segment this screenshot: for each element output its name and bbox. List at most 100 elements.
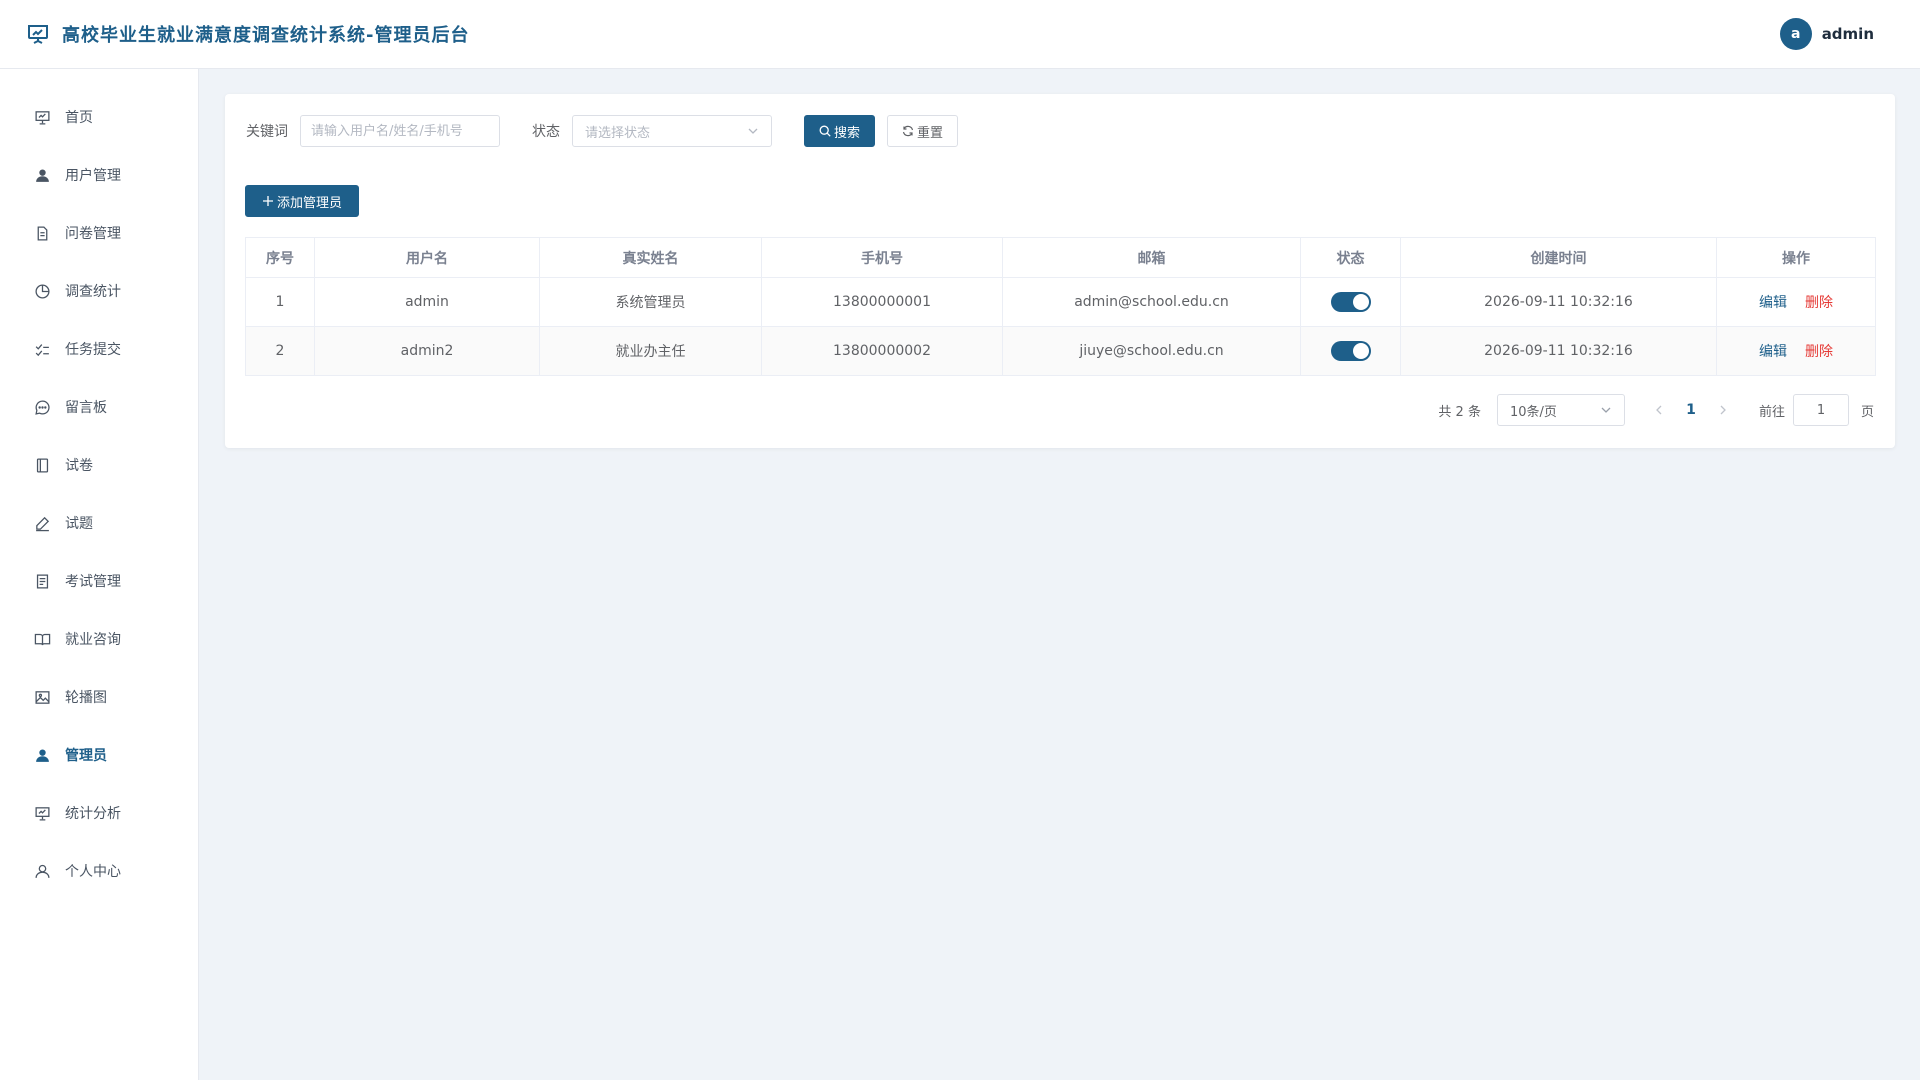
pagination: 共 2 条 10条/页 1 前往 页 <box>1438 393 1874 427</box>
table-row: 2 admin2 就业办主任 13800000002 jiuye@school.… <box>245 326 1876 376</box>
row-created: 2026-09-11 10:32:16 <box>1400 326 1717 376</box>
table-row: 1 admin 系统管理员 13800000001 admin@school.e… <box>245 277 1876 327</box>
status-toggle[interactable] <box>1330 292 1371 312</box>
sidebar-item-home[interactable]: 首页 <box>0 88 198 146</box>
sidebar-item-message-board[interactable]: 留言板 <box>0 378 198 436</box>
plus-icon <box>263 196 273 206</box>
checklist-icon <box>35 343 49 356</box>
sidebar-item-label: 管理员 <box>65 748 107 764</box>
row-realname: 就业办主任 <box>539 326 762 376</box>
reset-button-label: 重置 <box>917 125 944 141</box>
app-title: 高校毕业生就业满意度调查统计系统-管理员后台 <box>62 25 470 46</box>
edit-link[interactable]: 编辑 <box>1759 344 1787 360</box>
total-count: 共 2 条 <box>1438 404 1481 420</box>
admin-list-card: 关键词 状态 请选择状态 搜索 重置 添加管理员 序号 用户名 真实姓名 <box>225 94 1895 448</box>
page-number-current[interactable]: 1 <box>1673 402 1709 418</box>
chevron-down-icon <box>1601 407 1611 413</box>
column-header: 序号 <box>245 237 315 278</box>
sidebar-item-label: 试题 <box>65 516 93 532</box>
sidebar-item-questions[interactable]: 试题 <box>0 494 198 552</box>
avatar[interactable]: a <box>1779 18 1812 50</box>
delete-link[interactable]: 删除 <box>1805 344 1833 360</box>
row-status <box>1300 277 1401 327</box>
sidebar-item-survey-stats[interactable]: 调查统计 <box>0 262 198 320</box>
presentation-icon <box>35 806 50 821</box>
list-document-icon <box>36 573 49 589</box>
row-status <box>1300 326 1401 376</box>
status-select[interactable]: 请选择状态 <box>572 115 772 147</box>
sidebar-item-carousel[interactable]: 轮播图 <box>0 668 198 726</box>
column-header: 邮箱 <box>1002 237 1301 278</box>
goto-label: 前往 <box>1758 404 1785 420</box>
sidebar-item-exams[interactable]: 考试管理 <box>0 552 198 610</box>
column-header: 操作 <box>1716 237 1876 278</box>
column-header: 用户名 <box>314 237 540 278</box>
sidebar-item-users[interactable]: 用户管理 <box>0 146 198 204</box>
page-size-select[interactable]: 10条/页 <box>1496 394 1625 426</box>
keyword-input[interactable] <box>300 115 500 147</box>
row-username: admin <box>314 277 540 327</box>
add-admin-label: 添加管理员 <box>277 195 343 211</box>
presentation-board-icon <box>28 25 48 44</box>
sidebar-item-admins[interactable]: 管理员 <box>0 726 198 784</box>
chevron-down-icon <box>748 128 758 134</box>
status-label: 状态 <box>532 124 560 140</box>
column-header: 手机号 <box>761 237 1003 278</box>
user-menu[interactable]: a admin <box>1779 18 1874 50</box>
sidebar-item-label: 轮播图 <box>65 690 107 706</box>
refresh-icon <box>902 125 914 137</box>
brand: 高校毕业生就业满意度调查统计系统-管理员后台 <box>26 21 469 47</box>
column-header: 创建时间 <box>1400 237 1717 278</box>
sidebar-item-analytics[interactable]: 统计分析 <box>0 784 198 842</box>
sidebar-item-label: 就业咨询 <box>65 632 121 648</box>
search-button[interactable]: 搜索 <box>804 115 876 147</box>
keyword-label: 关键词 <box>246 124 288 140</box>
table-header-row: 序号 用户名 真实姓名 手机号 邮箱 状态 创建时间 操作 <box>245 237 1876 278</box>
reset-button[interactable]: 重置 <box>887 115 959 147</box>
notebook-icon <box>36 457 49 473</box>
row-actions: 编辑 删除 <box>1716 277 1876 327</box>
status-toggle[interactable] <box>1330 341 1371 361</box>
user-icon <box>36 168 49 182</box>
row-email: admin@school.edu.cn <box>1002 277 1301 327</box>
sidebar-item-label: 调查统计 <box>65 284 121 300</box>
add-admin-button[interactable]: 添加管理员 <box>245 185 360 217</box>
status-select-placeholder: 请选择状态 <box>585 125 651 141</box>
search-button-label: 搜索 <box>834 125 861 141</box>
page-suffix: 页 <box>1860 404 1874 420</box>
sidebar-item-label: 个人中心 <box>65 864 121 880</box>
open-book-icon <box>34 633 51 645</box>
delete-link[interactable]: 删除 <box>1805 295 1833 311</box>
sidebar-item-career-consult[interactable]: 就业咨询 <box>0 610 198 668</box>
search-icon <box>819 125 831 137</box>
prev-page-button[interactable] <box>1645 396 1673 424</box>
chevron-left-icon <box>1656 405 1662 415</box>
sidebar-item-label: 统计分析 <box>65 806 121 822</box>
username[interactable]: admin <box>1822 25 1874 43</box>
sidebar-item-label: 试卷 <box>65 458 93 474</box>
next-page-button[interactable] <box>1709 396 1737 424</box>
image-icon <box>35 690 50 704</box>
chevron-right-icon <box>1720 405 1726 415</box>
row-index: 1 <box>245 277 315 327</box>
row-phone: 13800000002 <box>761 326 1003 376</box>
admin-table: 序号 用户名 真实姓名 手机号 邮箱 状态 创建时间 操作 1 admin 系统… <box>245 237 1876 376</box>
row-username: admin2 <box>314 326 540 376</box>
row-email: jiuye@school.edu.cn <box>1002 326 1301 376</box>
sidebar-item-profile[interactable]: 个人中心 <box>0 842 198 900</box>
document-icon <box>37 225 48 241</box>
sidebar: 首页 用户管理 问卷管理 调查统计 任务提交 留言板 试卷 试题 考试管理 就业… <box>0 69 199 1080</box>
row-realname: 系统管理员 <box>539 277 762 327</box>
row-actions: 编辑 删除 <box>1716 326 1876 376</box>
user-outline-icon <box>35 864 50 878</box>
pie-chart-icon <box>35 283 50 299</box>
sidebar-item-papers[interactable]: 试卷 <box>0 436 198 494</box>
toggle-knob <box>1352 343 1369 359</box>
row-created: 2026-09-11 10:32:16 <box>1400 277 1717 327</box>
edit-link[interactable]: 编辑 <box>1759 295 1787 311</box>
top-header: 高校毕业生就业满意度调查统计系统-管理员后台 a admin <box>0 0 1920 69</box>
goto-page-input[interactable] <box>1792 394 1849 426</box>
toggle-knob <box>1352 294 1369 310</box>
sidebar-item-task-submit[interactable]: 任务提交 <box>0 320 198 378</box>
sidebar-item-questionnaires[interactable]: 问卷管理 <box>0 204 198 262</box>
